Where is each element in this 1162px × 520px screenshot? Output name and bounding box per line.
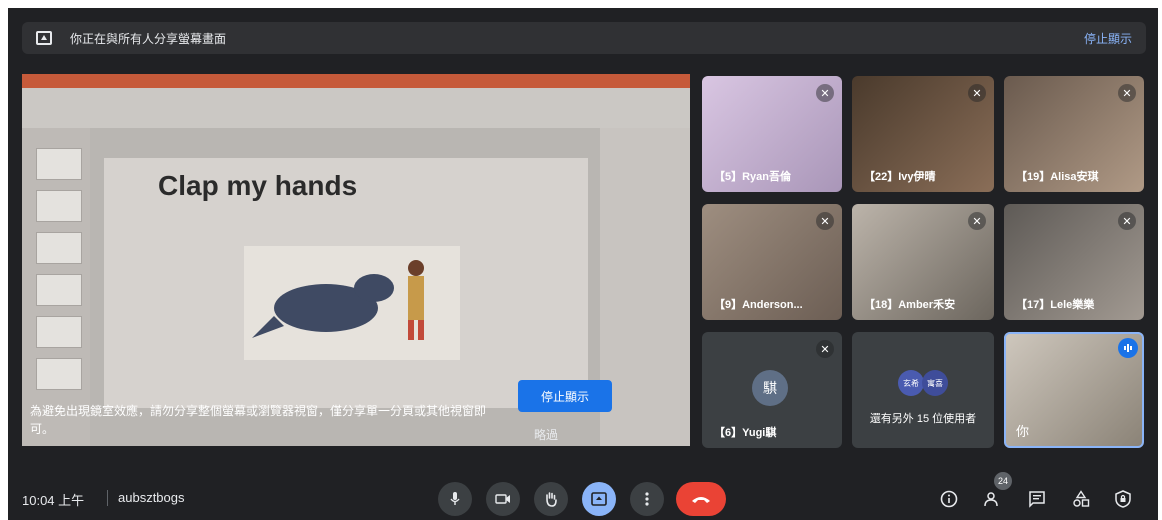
chat-icon <box>1029 491 1045 508</box>
activities-button[interactable] <box>1070 488 1092 510</box>
participant-tile[interactable]: ✕ 【17】Lele樂樂 <box>1004 204 1144 320</box>
people-button[interactable] <box>982 488 1004 510</box>
participant-name: 【22】Ivy伊晴 <box>864 171 936 183</box>
mirror-warning-message: 為避免出現鏡室效應，請勿分享整個螢幕或瀏覽器視窗，僅分享單一分頁或其他視窗即可。 <box>30 404 487 436</box>
participant-name: 【6】Yugi騏 <box>714 427 777 439</box>
mic-off-icon: ✕ <box>968 84 986 102</box>
bottom-control-bar: 10:04 上午 aubsztbogs 24 <box>8 472 1158 520</box>
raise-hand-button[interactable] <box>534 482 568 516</box>
hand-icon <box>546 492 557 507</box>
participant-tile[interactable]: ✕ 【5】Ryan吾倫 <box>702 76 842 192</box>
people-count-badge: 24 <box>994 472 1012 490</box>
people-icon <box>984 492 998 507</box>
others-tile[interactable]: 玄希 寓喜 還有另外 15 位使用者 <box>852 332 994 448</box>
host-controls-button[interactable] <box>1112 488 1134 510</box>
microphone-icon <box>450 492 460 505</box>
ppt-slide-thumbnails <box>22 128 90 446</box>
slide-thumbnail <box>36 274 82 306</box>
stop-presenting-button[interactable]: 停止顯示 <box>518 380 612 412</box>
participant-name: 你 <box>1016 424 1030 439</box>
screenshot-frame: 你正在與所有人分享螢幕畫面 停止顯示 Clap my hands 為避免出現鏡室… <box>0 0 1162 520</box>
participant-name: 【17】Lele樂樂 <box>1016 299 1095 311</box>
banner-stop-presenting-link[interactable]: 停止顯示 <box>1084 30 1132 47</box>
others-count-text: 還有另外 15 位使用者 <box>869 413 977 425</box>
avatar: 寓喜 <box>922 370 948 396</box>
avatar: 騏 <box>752 370 788 406</box>
camera-button[interactable] <box>486 482 520 516</box>
activities-icon <box>1073 490 1090 507</box>
ppt-current-slide: Clap my hands <box>104 158 588 408</box>
microphone-button[interactable] <box>438 482 472 516</box>
participant-name: 【5】Ryan吾倫 <box>714 171 792 183</box>
slide-thumbnail <box>36 190 82 222</box>
meeting-details-button[interactable] <box>938 488 960 510</box>
leave-call-button[interactable] <box>676 482 726 516</box>
presentation-view: Clap my hands 為避免出現鏡室效應，請勿分享整個螢幕或瀏覽器視窗，僅… <box>22 74 690 446</box>
slide-thumbnail <box>36 358 82 390</box>
participant-tile[interactable]: ✕ 【22】Ivy伊晴 <box>852 76 994 192</box>
clock: 10:04 上午 <box>22 493 85 508</box>
participant-tile[interactable]: ✕ 【18】Amber禾安 <box>852 204 994 320</box>
participant-name: 【9】Anderson... <box>714 299 803 311</box>
chat-button[interactable] <box>1026 488 1048 510</box>
meeting-code: aubsztbogs <box>118 490 185 505</box>
mic-off-icon: ✕ <box>816 340 834 358</box>
info-icon <box>940 490 958 508</box>
present-screen-icon <box>36 31 52 45</box>
slide-thumbnail <box>36 148 82 180</box>
participant-tile[interactable]: ✕ 【9】Anderson... <box>702 204 842 320</box>
sharing-banner-text: 你正在與所有人分享螢幕畫面 <box>70 31 227 46</box>
participant-tile[interactable]: ✕ 【19】Alisa安琪 <box>1004 76 1144 192</box>
ppt-format-pane <box>600 128 690 446</box>
mic-off-icon: ✕ <box>968 212 986 230</box>
speaking-indicator-icon <box>1118 338 1138 358</box>
participant-tile-yugi[interactable]: ✕ 騏 【6】Yugi騏 <box>702 332 842 448</box>
slide-thumbnail <box>36 316 82 348</box>
mic-off-icon: ✕ <box>1118 84 1136 102</box>
avatar: 玄希 <box>898 370 924 396</box>
mic-off-icon: ✕ <box>816 212 834 230</box>
mic-off-icon: ✕ <box>816 84 834 102</box>
shield-lock-icon <box>1115 490 1131 508</box>
participant-name: 【19】Alisa安琪 <box>1016 171 1099 183</box>
call-end-icon <box>692 497 710 503</box>
slide-thumbnail <box>36 232 82 264</box>
ppt-title-bar <box>22 74 690 88</box>
camera-icon <box>495 494 510 504</box>
ppt-ribbon <box>22 88 690 128</box>
sharing-banner: 你正在與所有人分享螢幕畫面 停止顯示 <box>22 22 1146 54</box>
present-screen-icon <box>591 492 607 506</box>
mic-off-icon: ✕ <box>1118 212 1136 230</box>
slide-title: Clap my hands <box>158 170 358 201</box>
present-now-button[interactable] <box>582 482 616 516</box>
self-tile[interactable]: 你 <box>1004 332 1144 448</box>
divider <box>107 490 108 506</box>
participant-name: 【18】Amber禾安 <box>864 299 956 311</box>
slide-illustration <box>244 246 460 360</box>
more-vert-icon <box>645 492 649 506</box>
more-options-button[interactable] <box>630 482 664 516</box>
dismiss-button[interactable]: 略過 <box>534 426 558 443</box>
meet-window: 你正在與所有人分享螢幕畫面 停止顯示 Clap my hands 為避免出現鏡室… <box>8 8 1158 520</box>
